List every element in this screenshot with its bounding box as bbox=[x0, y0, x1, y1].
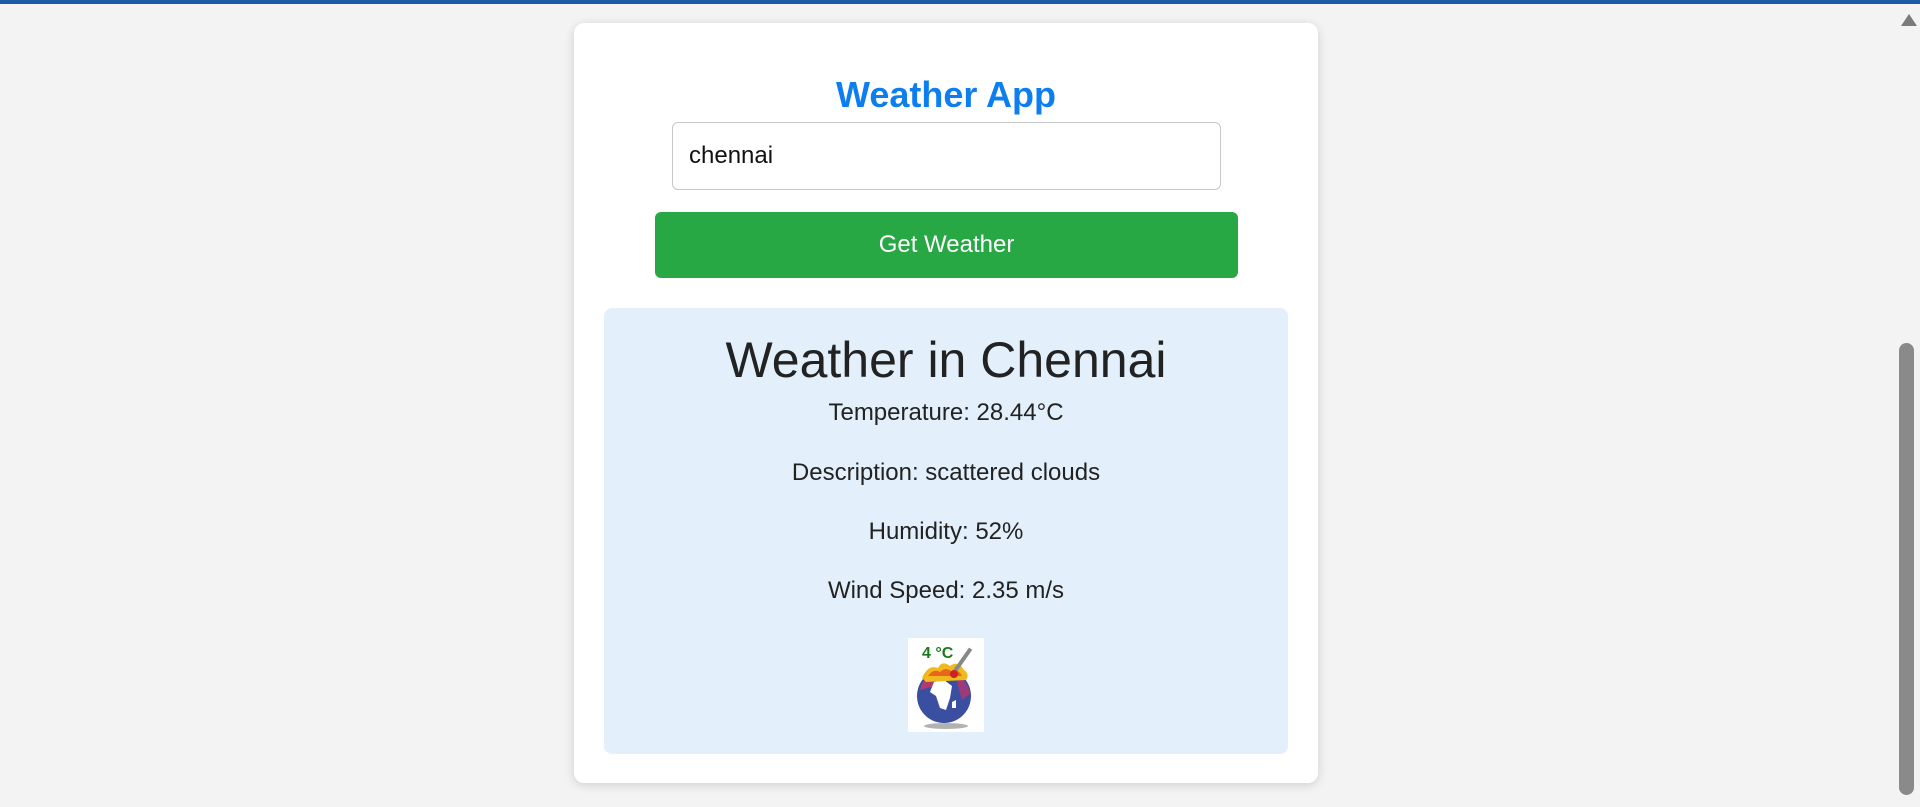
humidity-text: Humidity: 52% bbox=[868, 518, 1024, 545]
weather-card: Weather App Get Weather Weather in Chenn… bbox=[574, 23, 1318, 783]
browser-top-bar bbox=[0, 0, 1920, 4]
scroll-up-arrow-icon[interactable] bbox=[1901, 14, 1917, 26]
wind-speed-text: Wind Speed: 2.35 m/s bbox=[827, 577, 1065, 604]
temperature-text: Temperature: 28.44°C bbox=[828, 399, 1064, 426]
get-weather-button[interactable]: Get Weather bbox=[655, 212, 1238, 278]
description-text: Description: scattered clouds bbox=[791, 459, 1101, 486]
city-search-input[interactable] bbox=[672, 122, 1221, 190]
icon-temperature-label: 4 °C bbox=[922, 645, 954, 662]
scrollbar-thumb[interactable] bbox=[1899, 343, 1914, 795]
global-warming-globe-icon: 4 °C bbox=[908, 638, 984, 732]
page-title: Weather App bbox=[835, 74, 1057, 115]
weather-result-panel: Weather in Chennai Temperature: 28.44°C … bbox=[604, 308, 1288, 754]
result-title: Weather in Chennai bbox=[725, 332, 1167, 388]
vertical-scrollbar[interactable] bbox=[1895, 10, 1920, 807]
